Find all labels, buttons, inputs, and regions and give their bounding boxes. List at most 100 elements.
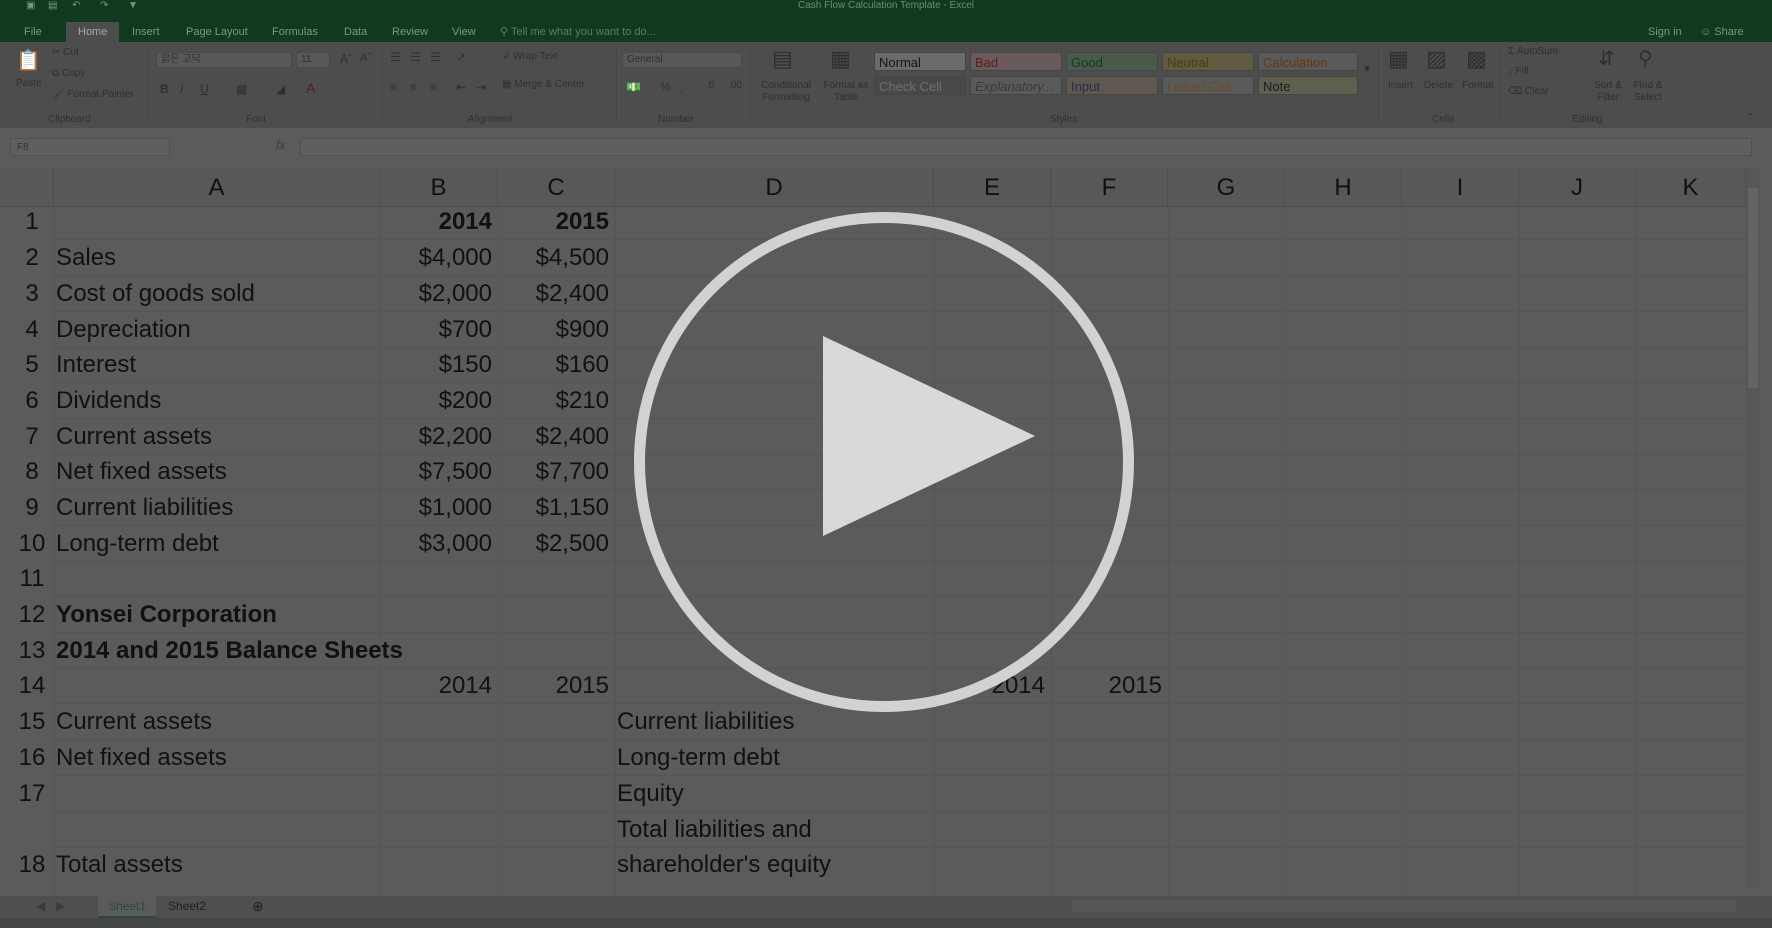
cell-a[interactable]: Current liabilities [56,491,233,525]
cell-a[interactable]: Interest [56,348,136,382]
tell-me-box[interactable]: ⚲ Tell me what you want to do... [500,22,656,42]
find-select-icon[interactable]: ⚲ [1638,46,1653,71]
cell-b[interactable]: 2014 [380,669,492,703]
row-header[interactable]: 3 [10,277,54,311]
sort-filter-button[interactable]: Sort & Filter [1588,80,1628,104]
insert-cells-button[interactable]: Insert [1388,80,1413,91]
insert-function-icon[interactable]: fx [276,138,285,152]
cell-b[interactable]: $150 [380,348,492,382]
cell-c[interactable]: $900 [498,313,609,347]
increase-decimal-icon[interactable]: .0 [706,80,714,91]
tab-view[interactable]: View [452,22,476,42]
vertical-scroll-thumb[interactable] [1748,188,1758,388]
add-sheet-icon[interactable]: ⊕ [242,896,274,916]
next-sheet-icon[interactable]: ▶ [46,896,75,916]
row-header[interactable]: 5 [10,348,54,382]
column-header-b[interactable]: B [380,168,498,206]
row-header[interactable]: 8 [10,455,54,489]
styles-more-icon[interactable]: ▼ [1362,64,1372,75]
align-bottom-icon[interactable]: ☰ [430,50,441,64]
cell-d[interactable]: shareholder's equity [617,848,831,882]
cell-a[interactable]: 2014 and 2015 Balance Sheets [56,634,403,668]
cell-a[interactable]: Yonsei Corporation [56,598,277,632]
cell-d[interactable]: Current liabilities [617,705,794,739]
sign-in-link[interactable]: Sign in [1648,22,1682,42]
style-input[interactable]: Input [1066,76,1158,95]
shrink-font-icon[interactable]: Aˇ [360,52,371,64]
style-bad[interactable]: Bad [970,52,1062,71]
align-center-icon[interactable]: ≡ [410,80,417,94]
orientation-icon[interactable]: ↗ [456,50,466,64]
grow-font-icon[interactable]: Aˆ [340,52,352,66]
collapse-ribbon-icon[interactable]: ⌃ [1746,112,1754,123]
cell-c[interactable]: $1,150 [498,491,609,525]
cell-d[interactable]: Total liabilities and [617,813,812,847]
cut-button[interactable]: ✂ Cut [52,47,79,58]
cell-b[interactable]: $1,000 [380,491,492,525]
sheet-tab-sheet2[interactable]: Sheet2 [158,896,216,916]
format-painter-button[interactable]: 🖌 Format Painter [52,89,134,100]
style-note[interactable]: Note [1258,76,1358,95]
name-box[interactable]: F8 [10,138,170,156]
percent-style-icon[interactable]: % [660,80,671,94]
cell-a[interactable]: Current assets [56,420,212,454]
font-name-select[interactable]: 맑은 고딕 [156,52,292,68]
cell-c[interactable]: 2015 [498,205,609,239]
cell-b[interactable]: $2,000 [380,277,492,311]
align-top-icon[interactable]: ☰ [390,50,401,64]
share-button[interactable]: ☺ Share [1700,22,1744,42]
cell-b[interactable]: 2014 [380,205,492,239]
column-header-c[interactable]: C [498,168,615,206]
row-header[interactable]: 15 [10,705,54,739]
column-header-k[interactable]: K [1636,168,1746,206]
cell-c[interactable]: $7,700 [498,455,609,489]
paste-button[interactable]: Paste [16,78,42,89]
format-as-table-button[interactable]: Format as Table [818,80,874,104]
cell-f[interactable]: 2015 [1051,669,1162,703]
align-middle-icon[interactable]: ☰ [410,50,421,64]
font-size-select[interactable]: 11 [296,52,330,68]
cell-b[interactable]: $4,000 [380,241,492,275]
cell-a[interactable]: Cost of goods sold [56,277,255,311]
cell-c[interactable]: $160 [498,348,609,382]
borders-icon[interactable]: ▦ [236,82,247,96]
horizontal-scrollbar[interactable] [1072,900,1736,912]
row-header[interactable]: 6 [10,384,54,418]
column-header-j[interactable]: J [1519,168,1636,206]
cell-a[interactable]: Net fixed assets [56,741,227,775]
cell-a[interactable]: Sales [56,241,116,275]
tab-review[interactable]: Review [392,22,428,42]
conditional-formatting-button[interactable]: Conditional Formatting [754,80,818,104]
vertical-scrollbar[interactable] [1746,168,1760,888]
row-header[interactable]: 10 [10,527,54,561]
column-header-e[interactable]: E [934,168,1051,206]
row-header[interactable]: 18 [10,848,54,882]
cell-d[interactable]: Equity [617,777,684,811]
row-header[interactable]: 9 [10,491,54,525]
accounting-format-icon[interactable]: 💵 [626,80,641,94]
tab-insert[interactable]: Insert [132,22,160,42]
style-good[interactable]: Good [1066,52,1158,71]
fill-color-icon[interactable]: ◢ [276,82,285,96]
align-left-icon[interactable]: ≡ [390,80,397,94]
merge-center-button[interactable]: ▦ Merge & Center [502,79,585,90]
autosum-button[interactable]: Σ AutoSum [1508,46,1558,57]
cell-c[interactable]: $2,400 [498,277,609,311]
bold-button[interactable]: B [160,82,169,96]
select-all-corner[interactable] [10,168,54,206]
increase-indent-icon[interactable]: ⇥ [476,80,486,94]
style-explanatory[interactable]: Explanatory... [970,76,1062,95]
tab-file[interactable]: File [24,22,42,42]
comma-style-icon[interactable]: , [680,80,683,94]
paste-icon[interactable]: 📋 [16,48,41,73]
row-header[interactable]: 16 [10,741,54,775]
tab-home[interactable]: Home [66,22,120,42]
column-header-g[interactable]: G [1168,168,1285,206]
format-cells-icon[interactable]: ▩ [1466,46,1487,72]
delete-cells-icon[interactable]: ▨ [1426,46,1447,72]
decrease-indent-icon[interactable]: ⇤ [456,80,466,94]
cell-c[interactable]: $4,500 [498,241,609,275]
cell-b[interactable]: $3,000 [380,527,492,561]
row-header[interactable]: 13 [10,634,54,668]
cell-a[interactable]: Depreciation [56,313,191,347]
